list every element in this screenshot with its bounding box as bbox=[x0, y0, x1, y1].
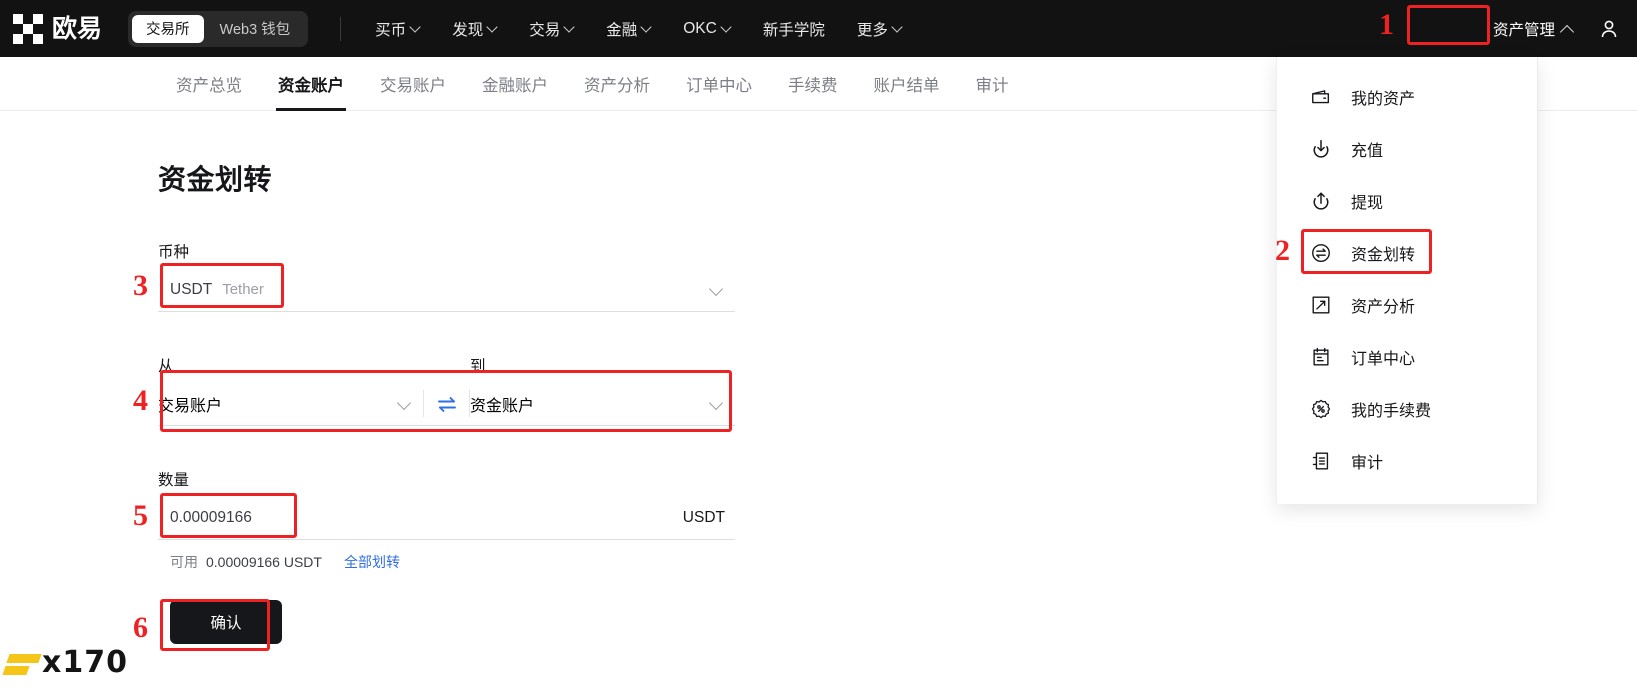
wallet-icon bbox=[1309, 85, 1333, 109]
confirm-button[interactable]: 确认 bbox=[170, 600, 282, 644]
tab-account-statement[interactable]: 账户结单 bbox=[856, 57, 958, 111]
dropdown-item-transfer[interactable]: 资金划转 bbox=[1277, 227, 1537, 279]
main-nav: 买币 发现 交易 金融 OKC 新手学院 更多 bbox=[359, 18, 918, 40]
currency-label: 币种 bbox=[158, 240, 760, 262]
brand-logo[interactable]: 欧易 bbox=[13, 14, 102, 44]
amount-label: 数量 bbox=[158, 468, 760, 490]
annotation-number-4: 4 bbox=[133, 386, 148, 416]
annotation-number-3: 3 bbox=[133, 271, 148, 301]
tab-financial-account[interactable]: 金融账户 bbox=[464, 57, 566, 111]
page-root: 欧易 交易所 Web3 钱包 买币 发现 交易 金融 bbox=[0, 0, 1637, 692]
watermark: x170 bbox=[6, 645, 128, 680]
tab-asset-overview[interactable]: 资产总览 bbox=[158, 57, 260, 111]
dropdown-item-withdraw[interactable]: 提现 bbox=[1277, 175, 1537, 227]
nav-item-discover[interactable]: 发现 bbox=[436, 18, 513, 40]
fx-logo-icon bbox=[6, 646, 40, 680]
page-title: 资金划转 bbox=[158, 158, 760, 198]
available-amount: 0.00009166 USDT bbox=[206, 554, 322, 570]
chevron-down-icon bbox=[722, 22, 731, 31]
swap-direction-button[interactable] bbox=[423, 382, 470, 426]
tab-funding-account[interactable]: 资金账户 bbox=[260, 57, 362, 111]
user-avatar-icon[interactable] bbox=[1597, 17, 1621, 41]
annotation-number-5: 5 bbox=[133, 501, 148, 531]
available-label: 可用 bbox=[170, 552, 198, 572]
chevron-down-icon bbox=[711, 284, 723, 296]
to-label: 到 bbox=[470, 354, 486, 376]
asset-management-dropdown: 我的资产 充值 提现 bbox=[1276, 57, 1538, 504]
chevron-down-icon bbox=[411, 22, 420, 31]
tab-audit[interactable]: 审计 bbox=[958, 57, 1027, 111]
transfer-all-link[interactable]: 全部划转 bbox=[344, 552, 400, 572]
chevron-up-icon[interactable] bbox=[1561, 24, 1575, 34]
tab-fees[interactable]: 手续费 bbox=[770, 57, 856, 111]
product-switcher: 交易所 Web3 钱包 bbox=[128, 11, 308, 47]
withdraw-up-arrow-circle-icon bbox=[1309, 189, 1333, 213]
annotation-number-1: 1 bbox=[1379, 10, 1394, 40]
chevron-down-icon bbox=[711, 398, 723, 410]
amount-input[interactable]: 0.00009166 USDT bbox=[158, 496, 735, 540]
to-account-value: 资金账户 bbox=[470, 392, 534, 416]
amount-unit: USDT bbox=[683, 509, 735, 527]
swap-arrows-icon bbox=[436, 395, 458, 413]
deposit-down-arrow-circle-icon bbox=[1309, 137, 1333, 161]
nav-item-academy[interactable]: 新手学院 bbox=[747, 18, 841, 40]
chevron-down-icon bbox=[488, 22, 497, 31]
currency-name: Tether bbox=[222, 281, 264, 298]
asset-management-button[interactable]: 资产管理 bbox=[1487, 14, 1561, 44]
from-label: 从 bbox=[158, 354, 470, 376]
header-right: 资产管理 bbox=[1487, 14, 1637, 44]
chevron-down-icon bbox=[893, 22, 902, 31]
transfer-arrows-circle-icon bbox=[1309, 241, 1333, 265]
from-to-row: 交易账户 资金账户 bbox=[158, 382, 735, 426]
dropdown-item-deposit[interactable]: 充值 bbox=[1277, 123, 1537, 175]
okx-checkerboard-logo-icon bbox=[13, 14, 43, 44]
tab-trading-account[interactable]: 交易账户 bbox=[362, 57, 464, 111]
dropdown-item-my-assets[interactable]: 我的资产 bbox=[1277, 71, 1537, 123]
watermark-text: x170 bbox=[42, 645, 128, 680]
dropdown-item-asset-analysis[interactable]: 资产分析 bbox=[1277, 279, 1537, 331]
segment-web3-wallet[interactable]: Web3 钱包 bbox=[206, 15, 305, 43]
dropdown-item-my-fees[interactable]: 我的手续费 bbox=[1277, 383, 1537, 435]
segment-exchange[interactable]: 交易所 bbox=[132, 15, 204, 43]
dropdown-item-order-center[interactable]: 订单中心 bbox=[1277, 331, 1537, 383]
nav-item-buy-crypto[interactable]: 买币 bbox=[359, 18, 436, 40]
annotation-number-2: 2 bbox=[1275, 236, 1290, 266]
to-account-select[interactable]: 资金账户 bbox=[470, 382, 735, 426]
amount-value: 0.00009166 bbox=[158, 509, 252, 527]
annotation-number-6: 6 bbox=[133, 613, 148, 643]
chevron-down-icon bbox=[399, 398, 411, 410]
currency-select[interactable]: USDT Tether bbox=[158, 268, 735, 312]
from-account-value: 交易账户 bbox=[158, 392, 222, 416]
analytics-chart-icon bbox=[1309, 293, 1333, 317]
chevron-down-icon bbox=[642, 22, 651, 31]
tab-asset-analysis[interactable]: 资产分析 bbox=[566, 57, 668, 111]
nav-item-okc[interactable]: OKC bbox=[667, 20, 747, 38]
from-account-select[interactable]: 交易账户 bbox=[158, 382, 423, 426]
nav-item-trade[interactable]: 交易 bbox=[513, 18, 590, 40]
chevron-down-icon bbox=[565, 22, 574, 31]
tab-order-center[interactable]: 订单中心 bbox=[668, 57, 770, 111]
from-to-labels: 从 到 bbox=[158, 354, 735, 376]
available-balance-row: 可用 0.00009166 USDT 全部划转 bbox=[158, 552, 760, 572]
currency-code: USDT bbox=[170, 281, 212, 298]
header-divider bbox=[340, 17, 341, 41]
percent-badge-icon bbox=[1309, 397, 1333, 421]
brand-name: 欧易 bbox=[52, 14, 102, 44]
nav-item-more[interactable]: 更多 bbox=[841, 18, 918, 40]
nav-item-finance[interactable]: 金融 bbox=[590, 18, 667, 40]
clipboard-order-icon bbox=[1309, 345, 1333, 369]
dropdown-item-audit[interactable]: 审计 bbox=[1277, 435, 1537, 487]
audit-document-icon bbox=[1309, 449, 1333, 473]
